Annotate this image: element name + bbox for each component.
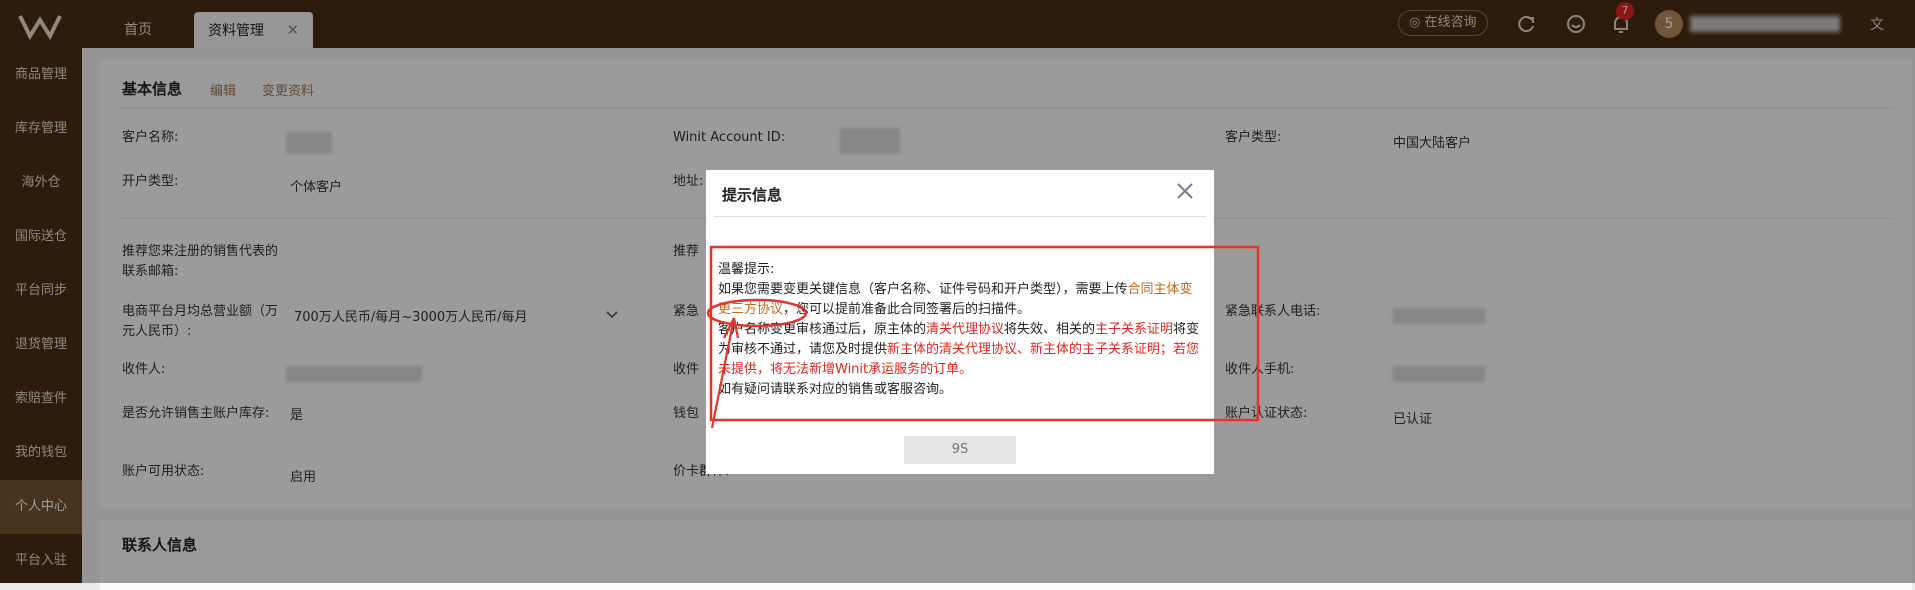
message-paragraph-2: 客户名称变更审核通过后，原主体的清关代理协议将失效、相关的主子关系证明将变为审核… — [718, 320, 1200, 380]
p2-highlight-relation: 主子关系证明 — [1095, 322, 1174, 337]
modal-message: 温馨提示: 如果您需要变更关键信息（客户名称、证件号码和开户类型），需要上传合同… — [718, 260, 1200, 400]
p2-text-a: 客户名称变更审核通过后，原主体的 — [718, 322, 927, 337]
message-paragraph-3: 如有疑问请联系对应的销售或客服咨询。 — [718, 382, 953, 397]
p1-text-a: 如果您需要变更关键信息（客户名称、证件号码和开户类型），需要上传 — [718, 282, 1128, 297]
p1-text-c: ，您可以提前准备此合同签署后的扫描件。 — [783, 302, 1031, 317]
countdown-button[interactable]: 9S — [904, 436, 1016, 464]
info-modal: 提示信息 温馨提示: 如果您需要变更关键信息（客户名称、证件号码和开户类型），需… — [706, 170, 1214, 474]
message-paragraph-1: 如果您需要变更关键信息（客户名称、证件号码和开户类型），需要上传合同主体变更三方… — [718, 280, 1200, 320]
p2-text-c: 将失效、相关的 — [1004, 322, 1096, 337]
message-greeting: 温馨提示: — [718, 262, 775, 277]
close-icon[interactable] — [1174, 180, 1196, 202]
modal-title: 提示信息 — [722, 186, 783, 204]
p2-highlight-customs: 清关代理协议 — [926, 322, 1005, 337]
modal-divider — [714, 216, 1206, 217]
